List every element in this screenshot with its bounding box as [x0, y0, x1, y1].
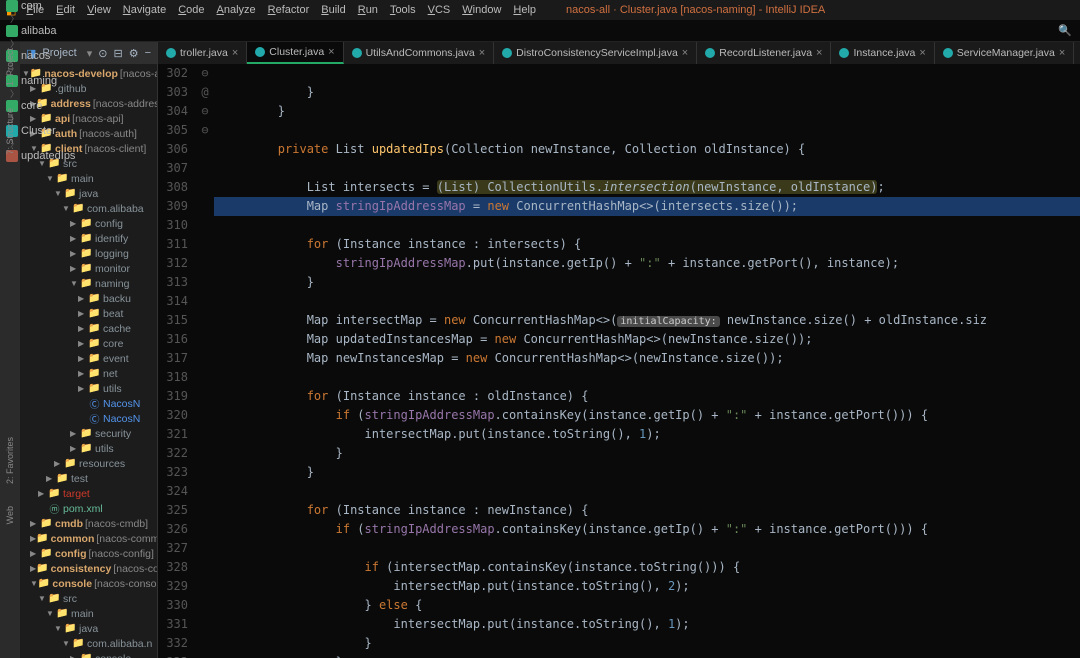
tree-logging[interactable]: ▶📁logging	[20, 246, 157, 261]
close-icon[interactable]: ×	[328, 46, 334, 58]
tree-test[interactable]: ▶📁test	[20, 471, 157, 486]
hide-icon[interactable]: −	[145, 47, 151, 59]
tree-main[interactable]: ▼📁main	[20, 171, 157, 186]
main-menu-bar: ◧ FileEditViewNavigateCodeAnalyzeRefacto…	[0, 0, 1080, 20]
crumb-core[interactable]: core	[6, 100, 90, 112]
crumb-com[interactable]: com	[6, 0, 90, 12]
menu-navigate[interactable]: Navigate	[117, 4, 172, 16]
tree-beat[interactable]: ▶📁beat	[20, 306, 157, 321]
tree-common[interactable]: ▶📁common[nacos-common	[20, 531, 157, 546]
tree-net[interactable]: ▶📁net	[20, 366, 157, 381]
tree-resources[interactable]: ▶📁resources	[20, 456, 157, 471]
tree-cache[interactable]: ▶📁cache	[20, 321, 157, 336]
tree-identify[interactable]: ▶📁identify	[20, 231, 157, 246]
menu-window[interactable]: Window	[456, 4, 507, 16]
tree-cmdb[interactable]: ▶📁cmdb[nacos-cmdb]	[20, 516, 157, 531]
tree-com.alibaba[interactable]: ▼📁com.alibaba	[20, 201, 157, 216]
tree-utils[interactable]: ▶📁utils	[20, 381, 157, 396]
close-icon[interactable]: ×	[1059, 47, 1065, 59]
close-icon[interactable]: ×	[919, 47, 925, 59]
tab-DelegateConsistencyServiceImpl.java[interactable]: DelegateConsistencyServiceImpl.java×	[1074, 42, 1080, 64]
source-code[interactable]: } } private List updatedIps(Collection n…	[214, 64, 1080, 658]
tree-pom.xml[interactable]: ⓜpom.xml	[20, 501, 157, 516]
gear-icon[interactable]: ⚙	[129, 47, 139, 60]
code-editor[interactable]: 3023033043053063073083093103113123133143…	[158, 64, 1080, 658]
tree-event[interactable]: ▶📁event	[20, 351, 157, 366]
line-gutter: 3023033043053063073083093103113123133143…	[158, 64, 196, 658]
close-icon[interactable]: ×	[816, 47, 822, 59]
tree-utils[interactable]: ▶📁utils	[20, 441, 157, 456]
fold-gutter: ⊖@⊖⊖	[196, 64, 214, 658]
tree-naming[interactable]: ▼📁naming	[20, 276, 157, 291]
tool-favorites[interactable]: 2: Favorites	[5, 437, 15, 484]
close-icon[interactable]: ×	[232, 47, 238, 59]
tab-ServiceManager.java[interactable]: ServiceManager.java×	[935, 42, 1075, 64]
crumb-Cluster[interactable]: Cluster	[6, 125, 90, 137]
crumb-updatedIps[interactable]: updatedIps	[6, 150, 90, 162]
tree-core[interactable]: ▶📁core	[20, 336, 157, 351]
menu-help[interactable]: Help	[507, 4, 542, 16]
tree-config[interactable]: ▶📁config	[20, 216, 157, 231]
tree-NacosN[interactable]: ⒸNacosN	[20, 411, 157, 426]
tree-java[interactable]: ▼📁java	[20, 621, 157, 636]
menu-build[interactable]: Build	[315, 4, 351, 16]
tree-console[interactable]: ▼📁console[nacos-console	[20, 576, 157, 591]
crumb-naming[interactable]: naming	[6, 75, 90, 87]
crumb-nacos[interactable]: nacos	[6, 50, 90, 62]
tab-troller.java[interactable]: troller.java×	[158, 42, 247, 64]
collapse-icon[interactable]: ⊟	[113, 47, 122, 60]
tree-target[interactable]: ▶📁target	[20, 486, 157, 501]
close-icon[interactable]: ×	[682, 47, 688, 59]
tool-structure[interactable]: 7: Structure	[5, 108, 15, 155]
tree-security[interactable]: ▶📁security	[20, 426, 157, 441]
menu-analyze[interactable]: Analyze	[211, 4, 262, 16]
editor-tabs: troller.java×Cluster.java×UtilsAndCommon…	[158, 42, 1080, 64]
window-title: nacos-all · Cluster.java [nacos-naming] …	[566, 4, 825, 16]
menu-tools[interactable]: Tools	[384, 4, 422, 16]
tree-console[interactable]: ▶📁console	[20, 651, 157, 658]
tool-project[interactable]: 1: Project	[5, 48, 15, 86]
tab-UtilsAndCommons.java[interactable]: UtilsAndCommons.java×	[344, 42, 495, 64]
tab-Cluster.java[interactable]: Cluster.java×	[247, 42, 343, 64]
tab-Instance.java[interactable]: Instance.java×	[831, 42, 934, 64]
tree-NacosN[interactable]: ⒸNacosN	[20, 396, 157, 411]
tree-consistency[interactable]: ▶📁consistency[nacos-consis	[20, 561, 157, 576]
menu-run[interactable]: Run	[352, 4, 384, 16]
tab-DistroConsistencyServiceImpl.java[interactable]: DistroConsistencyServiceImpl.java×	[494, 42, 697, 64]
search-icon[interactable]: 🔍	[1058, 24, 1072, 37]
editor-area: troller.java×Cluster.java×UtilsAndCommon…	[158, 42, 1080, 658]
tree-config[interactable]: ▶📁config[nacos-config]	[20, 546, 157, 561]
crumb-alibaba[interactable]: alibaba	[6, 25, 90, 37]
menu-code[interactable]: Code	[172, 4, 210, 16]
breadcrumbs-bar: nacos-naming〉src〉main〉java〉com〉alibaba〉n…	[0, 20, 1080, 42]
tool-web[interactable]: Web	[5, 506, 15, 524]
tree-com.alibaba.n[interactable]: ▼📁com.alibaba.n	[20, 636, 157, 651]
menu-vcs[interactable]: VCS	[422, 4, 457, 16]
menu-refactor[interactable]: Refactor	[262, 4, 316, 16]
tab-RecordListener.java[interactable]: RecordListener.java×	[697, 42, 831, 64]
tree-monitor[interactable]: ▶📁monitor	[20, 261, 157, 276]
tree-backu[interactable]: ▶📁backu	[20, 291, 157, 306]
close-icon[interactable]: ×	[479, 47, 485, 59]
tree-src[interactable]: ▼📁src	[20, 591, 157, 606]
tree-main[interactable]: ▼📁main	[20, 606, 157, 621]
tree-java[interactable]: ▼📁java	[20, 186, 157, 201]
settings-icon[interactable]: ⊙	[98, 47, 107, 60]
